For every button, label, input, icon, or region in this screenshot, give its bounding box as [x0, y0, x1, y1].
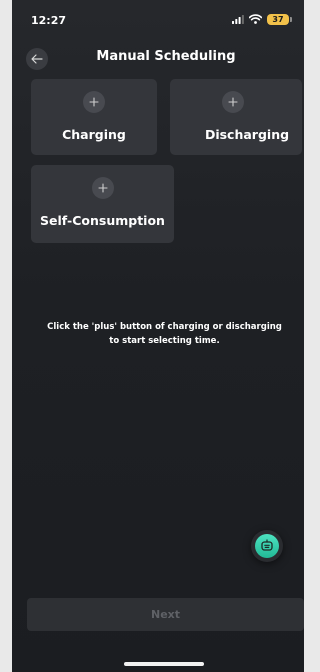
page-title: Manual Scheduling [96, 49, 236, 64]
discharging-label: Discharging [204, 127, 290, 142]
charging-label: Charging [62, 127, 126, 142]
discharging-add-button[interactable] [222, 91, 244, 113]
self-consumption-label: Self-Consumption [40, 213, 165, 228]
back-arrow-icon [31, 54, 43, 64]
instruction-text: Click the 'plus' button of charging or d… [47, 322, 282, 346]
charging-tile[interactable]: Charging [31, 79, 157, 155]
charging-add-button[interactable] [83, 91, 105, 113]
plus-icon [98, 183, 108, 193]
wifi-icon [249, 14, 262, 24]
self-consumption-add-button[interactable] [92, 177, 114, 199]
discharging-tile[interactable]: Discharging [170, 79, 302, 155]
plus-icon [228, 97, 238, 107]
plus-icon [89, 97, 99, 107]
battery-tip [290, 17, 292, 22]
assistant-button[interactable] [251, 530, 283, 562]
status-bar: 12:27 37 [12, 0, 304, 40]
manual-scheduling-screen: 12:27 37 Manual Scheduling Charging Disc… [12, 0, 304, 672]
signal-icon [232, 15, 244, 24]
robot-assistant-icon [261, 539, 273, 551]
header: Manual Scheduling [12, 40, 304, 76]
next-button[interactable]: Next [27, 598, 304, 631]
battery-icon: 37 [267, 14, 289, 25]
assistant-badge [255, 534, 279, 558]
home-indicator [124, 662, 204, 666]
back-button[interactable] [26, 48, 48, 70]
status-time: 12:27 [31, 14, 67, 27]
self-consumption-tile[interactable]: Self-Consumption [31, 165, 174, 243]
